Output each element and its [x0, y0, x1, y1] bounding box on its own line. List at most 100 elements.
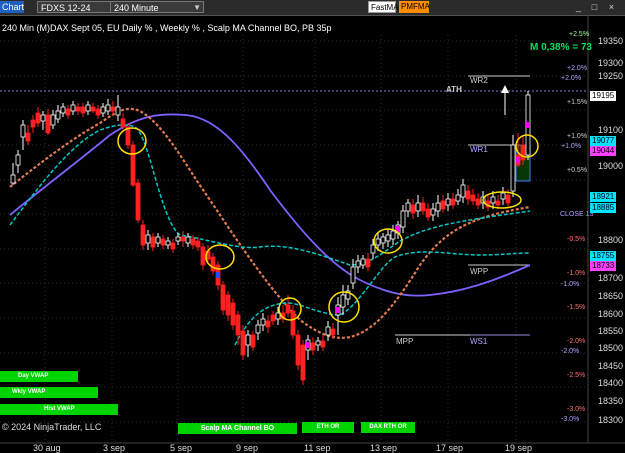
time-tick: 5 sep	[170, 443, 193, 453]
candle-body	[35, 112, 41, 124]
wkly-vwap-button[interactable]: Wkly VWAP	[0, 387, 98, 398]
ws1-label: WS1	[470, 337, 488, 346]
candle-body	[105, 104, 111, 112]
price-tick: 19300	[598, 58, 624, 68]
pct-label: +0.5%	[567, 167, 588, 174]
candle-body	[180, 236, 186, 242]
day-vwap-button[interactable]: Day VWAP	[0, 371, 78, 382]
candle-body	[255, 324, 261, 334]
price-tick: 18500	[598, 343, 624, 353]
candle-body	[470, 194, 476, 202]
candle-body	[15, 154, 21, 166]
pct-label: -3.0%	[567, 406, 586, 413]
candle-body	[440, 200, 446, 210]
candle-body	[185, 236, 191, 244]
candle-body	[505, 194, 511, 204]
price-tick: 18600	[598, 309, 624, 319]
candle-body	[95, 108, 101, 116]
pct-label: +1.0%	[561, 143, 582, 150]
candle-body	[315, 340, 321, 346]
pct-label: -1.5%	[567, 304, 586, 311]
candle-body	[490, 196, 496, 204]
copyright-text: © 2024 NinjaTrader, LLC	[2, 422, 102, 432]
hist-vwap-button[interactable]: Hist VWAP	[0, 404, 118, 415]
price-tick: 18700	[598, 273, 624, 283]
signal-price-tag: 19044	[590, 146, 617, 156]
signal-marker	[216, 272, 220, 278]
mpp-label: MPP	[396, 337, 414, 346]
candle-body	[120, 118, 126, 128]
pct-label: -1.0%	[567, 270, 586, 277]
pct-label: -2.0%	[567, 338, 586, 345]
candle-body	[360, 258, 366, 266]
candle-body	[65, 108, 71, 116]
candle-body	[190, 238, 196, 246]
candle-body	[115, 106, 121, 116]
candle-body	[155, 236, 161, 244]
candle-body	[85, 104, 91, 112]
candle-body	[370, 244, 376, 254]
channel-lower-line	[234, 251, 531, 346]
candle-body	[390, 230, 396, 240]
interval-select-value: 240 Minute	[114, 3, 159, 13]
candle-body	[90, 106, 96, 112]
wr2-label: WR2	[470, 76, 488, 85]
pct-label: +1.0%	[567, 133, 588, 140]
candle-body	[365, 258, 371, 268]
price-tick: 19000	[598, 161, 624, 171]
channel-tag: 18885	[590, 203, 617, 213]
arrow-up-head	[501, 85, 509, 93]
candle-body	[10, 174, 16, 184]
candle-body	[225, 294, 231, 316]
candle-body	[430, 208, 436, 216]
candle-body	[110, 106, 116, 112]
chart-tab[interactable]: Chart	[0, 1, 24, 13]
candle-body	[265, 320, 271, 328]
price-tick: 18550	[598, 326, 624, 336]
candle-body	[195, 240, 201, 248]
candle-body	[520, 144, 526, 161]
candle-body	[250, 334, 256, 348]
chart-title: 240 Min (M)DAX Sept 05, EU Daily % , Wee…	[2, 23, 332, 33]
price-tick: 19250	[598, 71, 624, 81]
restore-button[interactable]: □	[588, 1, 601, 13]
signal-marker	[516, 157, 520, 163]
price-tick: 18400	[598, 378, 624, 388]
scalp-ma-channel-button[interactable]: Scalp MA Channel BO	[178, 423, 297, 434]
current-price-tag: 19195	[590, 91, 617, 101]
candle-body	[55, 110, 61, 120]
ath-label: ATH	[446, 85, 462, 94]
wr1-label: WR1	[470, 145, 488, 154]
chart-panel[interactable]: 240 Min (M)DAX Sept 05, EU Daily % , Wee…	[0, 15, 625, 453]
candle-body	[45, 114, 51, 134]
candle-body	[240, 330, 246, 356]
candle-body	[170, 242, 176, 250]
candle-body	[340, 294, 346, 308]
time-tick: 13 sep	[370, 443, 398, 453]
price-tick: 19100	[598, 125, 624, 135]
candle-body	[465, 190, 471, 200]
eth-or-button[interactable]: ETH OR	[302, 422, 354, 433]
time-tick: 30 aug	[33, 443, 61, 453]
candle-body	[60, 106, 66, 114]
price-tick: 18350	[598, 396, 624, 406]
time-tick: 11 sep	[304, 443, 331, 453]
dax-rth-or-button[interactable]: DAX RTH OR	[361, 422, 415, 433]
interval-select[interactable]: 240 Minute ▼	[110, 1, 204, 13]
pmfma-button[interactable]: PMFMA	[399, 1, 430, 13]
candle-body	[420, 202, 426, 212]
price-tick: 18450	[598, 361, 624, 371]
candle-body	[290, 310, 296, 336]
candle-body	[25, 132, 31, 142]
channel-upper-tag: 19077	[590, 136, 617, 146]
pct-label: +1.5%	[567, 99, 588, 106]
candle-body	[20, 124, 26, 138]
candle-body	[385, 234, 391, 242]
candle-body	[30, 119, 36, 128]
candle-body	[235, 314, 241, 336]
fastma-button[interactable]: FastMA	[368, 1, 399, 13]
candle-body	[100, 106, 106, 114]
candle-body	[260, 318, 266, 326]
close-button[interactable]: ×	[605, 1, 618, 13]
minimize-button[interactable]: _	[572, 1, 585, 13]
